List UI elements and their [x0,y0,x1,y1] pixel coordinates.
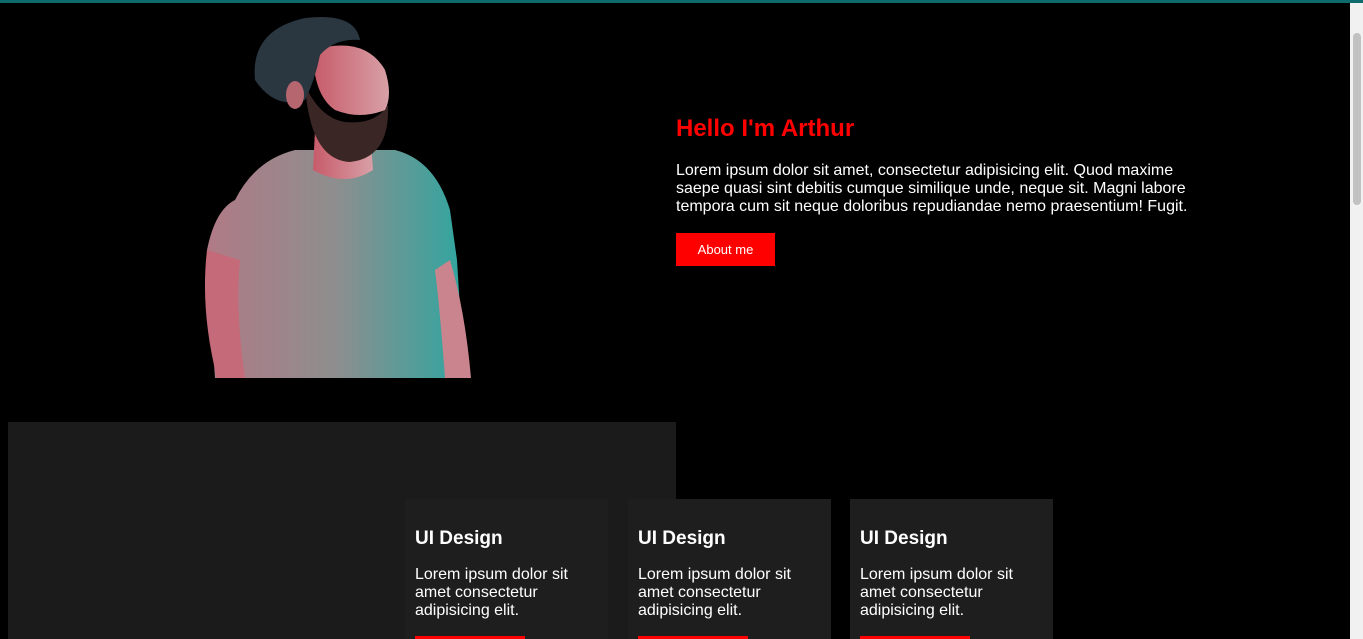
service-card-title: UI Design [415,528,503,549]
service-card: UI Design Lorem ipsum dolor sit amet con… [628,499,831,639]
hero-section: Hello I'm Arthur Lorem ipsum dolor sit a… [676,115,1201,266]
about-me-button[interactable]: About me [676,233,775,266]
service-card-description: Lorem ipsum dolor sit amet consectetur a… [415,566,568,619]
service-card-description: Lorem ipsum dolor sit amet consectetur a… [638,566,791,619]
service-card-description: Lorem ipsum dolor sit amet consectetur a… [860,566,1013,619]
person-portrait-icon [204,16,471,378]
service-card: UI Design Lorem ipsum dolor sit amet con… [850,499,1053,639]
hero-portrait [195,10,485,378]
hero-description: Lorem ipsum dolor sit amet, consectetur … [676,162,1188,215]
scrollbar-thumb[interactable] [1353,33,1361,205]
service-card: UI Design Lorem ipsum dolor sit amet con… [405,499,608,639]
page-scrollbar[interactable] [1350,3,1363,639]
service-card-title: UI Design [638,528,726,549]
top-accent-bar [0,0,1363,3]
service-card-title: UI Design [860,528,948,549]
hero-title: Hello I'm Arthur [676,115,855,142]
